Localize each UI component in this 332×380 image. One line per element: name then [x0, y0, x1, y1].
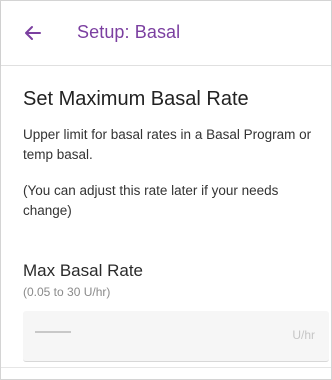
- unit-label: U/hr: [292, 328, 315, 342]
- max-basal-rate-hint: (0.05 to 30 U/hr): [23, 285, 111, 299]
- divider: [1, 367, 331, 368]
- description-text: Upper limit for basal rates in a Basal P…: [23, 127, 312, 162]
- header-title: Setup: Basal: [77, 22, 181, 42]
- max-basal-rate-label: Max Basal Rate: [23, 261, 143, 280]
- page-title: Set Maximum Basal Rate: [23, 88, 249, 110]
- app-window: Setup: Basal Set Maximum Basal Rate Uppe…: [0, 0, 332, 380]
- top-bar: Setup: Basal: [1, 1, 331, 66]
- empty-value-dash: [35, 331, 71, 333]
- arrow-left-icon[interactable]: [23, 23, 43, 43]
- note-text: (You can adjust this rate later if your …: [23, 183, 279, 218]
- max-basal-rate-input[interactable]: U/hr: [23, 311, 329, 362]
- content: Set Maximum Basal Rate Upper limit for b…: [1, 66, 331, 379]
